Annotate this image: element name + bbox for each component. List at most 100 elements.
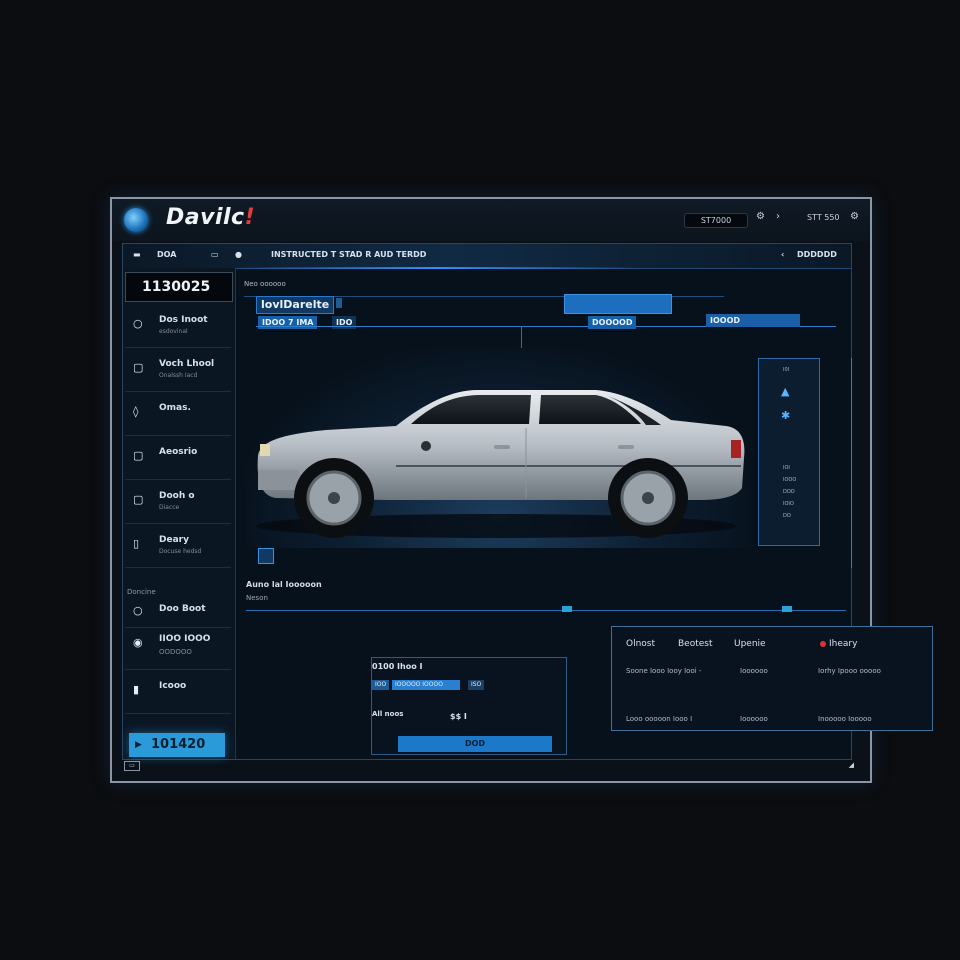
stats-pill-b[interactable]: IOOOOO IOOOO (392, 680, 460, 690)
sidebar-item-label: Dos Inoot (159, 315, 208, 325)
stats-amount: $$ I (450, 712, 467, 721)
sidebar-item-label: Voch Lhool (159, 359, 215, 369)
sidebar-item-2[interactable]: ▢ Voch Lhool Onalssh Iacd (125, 348, 231, 392)
detail-line: IOIO (783, 501, 794, 507)
doc-icon: ▯ (133, 537, 140, 550)
sedan-image (256, 390, 745, 538)
info-cell: Inooooo Iooooo (818, 715, 872, 723)
highlight-box (564, 294, 672, 314)
title-bar: Davilc! ST7000 ⚙ › STT 550 ⚙ (112, 199, 870, 241)
sub-pill-b[interactable]: IDO (332, 316, 357, 329)
toolbar-right-label[interactable]: DDDDDD (797, 250, 837, 259)
info-head: Beotest (678, 639, 713, 649)
sidebar-item-sub: Diacce (159, 504, 180, 511)
app-title: Davilc! (166, 205, 256, 230)
stats-pill-c[interactable]: ISO (468, 680, 485, 690)
marker (562, 606, 572, 612)
sidebar-item-sub: OODOOO (159, 648, 192, 656)
edge-line (851, 358, 852, 568)
info-cell: Iorhy Ipooo ooooo (818, 667, 881, 675)
sidebar-item-5[interactable]: ▢ Dooh o Diacce (125, 480, 231, 524)
detail-panel[interactable]: I0I ▲ ✱ IOI IOOO DOO IOIO DO (758, 358, 820, 546)
tab-icon[interactable]: ● (235, 250, 242, 259)
window-icon[interactable]: ▭ (211, 250, 219, 259)
sidebar-item-1[interactable]: ○ Dos Inoot esdovinal (125, 304, 231, 348)
stats-title: 0100 Ihoo I (372, 662, 423, 671)
title-right-label: STT 550 (807, 213, 840, 222)
status-icon[interactable]: ▭ (124, 761, 140, 771)
info-card: Olnost Beotest Upenie Iheary Soone Iooo … (611, 626, 933, 731)
sidebar-item-sub: Docuse hedsd (159, 548, 202, 555)
globe-logo-icon (124, 208, 148, 232)
sidebar-item-label: Deary (159, 535, 189, 545)
info-cell: Ioooooo (740, 667, 768, 675)
settings-icon[interactable]: ⚙ (756, 211, 765, 222)
resize-icon[interactable]: ◢ (849, 761, 854, 769)
sidebar-item-label: IIOO IOOO (159, 634, 211, 644)
globe-icon: ◉ (133, 636, 143, 649)
under-car-sub: Neson (246, 594, 268, 602)
info-head: Upenie (734, 639, 766, 649)
sidebar-action-label: 101420 (151, 737, 206, 752)
sidebar-item-sub: esdovinal (159, 328, 188, 335)
sidebar-item-label: Icooo (159, 681, 187, 691)
under-car-label: Auno lal Iooooon (246, 580, 322, 589)
play-icon: ▶ (135, 740, 142, 750)
chevron-right-icon[interactable]: › (776, 211, 780, 222)
vehicle-render (246, 348, 751, 548)
sidebar-action-button[interactable]: ▶ 101420 (129, 733, 225, 757)
detail-line: DOO (783, 489, 795, 495)
toolbar-title: INSTRUCTED T STAD R AUD TERDD (271, 250, 427, 259)
circle-icon: ○ (133, 604, 143, 617)
sidebar-item-7[interactable]: ○ Doo Boot (125, 598, 231, 628)
info-cell: Ioooooo (740, 715, 768, 723)
sidebar-header-id: 1130025 (125, 272, 233, 302)
title-search-field[interactable]: ST7000 (684, 213, 748, 228)
top-toolbar: ▬ DOA ▭ ● INSTRUCTED T STAD R AUD TERDD … (123, 244, 851, 269)
info-cell: Soone Iooo Iooy Iooi - (626, 667, 702, 675)
stats-sub-label: All noos (372, 710, 404, 718)
sidebar-item-label: Doo Boot (159, 604, 206, 614)
sidebar: 1130025 ○ Dos Inoot esdovinal ▢ Voch Lho… (123, 268, 236, 759)
sidebar-item-sub: Onalssh Iacd (159, 372, 198, 379)
sidebar-item-9[interactable]: ▮ Icooo (125, 670, 231, 714)
info-cell: Looo ooooon Iooo I (626, 715, 693, 723)
stats-card: 0100 Ihoo I IOO IOOOOO IOOOO ISO All noo… (371, 657, 567, 755)
flag-icon: ▲ (781, 385, 790, 398)
sidebar-item-label: Dooh o (159, 491, 195, 501)
sidebar-item-label: Aeosrio (159, 447, 198, 457)
back-icon[interactable]: ‹ (781, 250, 784, 259)
sidebar-item-3[interactable]: ◊ Omas. (125, 392, 231, 436)
stats-pill-a[interactable]: IOO (372, 680, 390, 690)
bars-icon: ▮ (133, 683, 140, 696)
title-tag (336, 298, 342, 308)
marker (782, 606, 792, 612)
sidebar-item-8[interactable]: ◉ IIOO IOOO OODOOO (125, 628, 231, 670)
detail-line: DO (783, 513, 791, 519)
detail-line: IOI (783, 465, 790, 471)
info-head-text: Iheary (829, 639, 858, 649)
box-icon: ▢ (133, 493, 144, 506)
gear-icon[interactable]: ⚙ (850, 211, 859, 222)
gear-icon: ✱ (781, 409, 791, 422)
tag-a[interactable]: DOOOOD (588, 316, 637, 329)
drop-icon: ◊ (133, 405, 139, 418)
title-pill[interactable]: lovlDarelte (256, 296, 335, 314)
stats-progress-bar: DOD (398, 736, 552, 752)
circle-icon: ○ (133, 317, 143, 330)
square-icon: ▢ (133, 361, 144, 374)
main-panel: Neo oooooo lovlDarelte IDOO 7 IMA IDO DO… (236, 268, 933, 759)
app-window: Davilc! ST7000 ⚙ › STT 550 ⚙ ▬ DOA ▭ ● I… (110, 197, 933, 783)
menu-icon[interactable]: ▬ (133, 250, 141, 259)
sub-pill-a[interactable]: IDOO 7 IMA (258, 316, 318, 329)
sidebar-item-4[interactable]: ▢ Aeosrio (125, 436, 231, 480)
box-icon: ▢ (133, 449, 144, 462)
header-caption: Neo oooooo (244, 280, 286, 288)
sidebar-item-6[interactable]: ▯ Deary Docuse hedsd (125, 524, 231, 568)
play-toggle[interactable] (258, 548, 274, 564)
toolbar-label[interactable]: DOA (157, 250, 176, 259)
detail-line: I0I (783, 367, 790, 373)
tag-b[interactable]: IOOOD (706, 314, 800, 327)
info-head: Olnost (626, 639, 656, 649)
section-divider (246, 610, 846, 611)
